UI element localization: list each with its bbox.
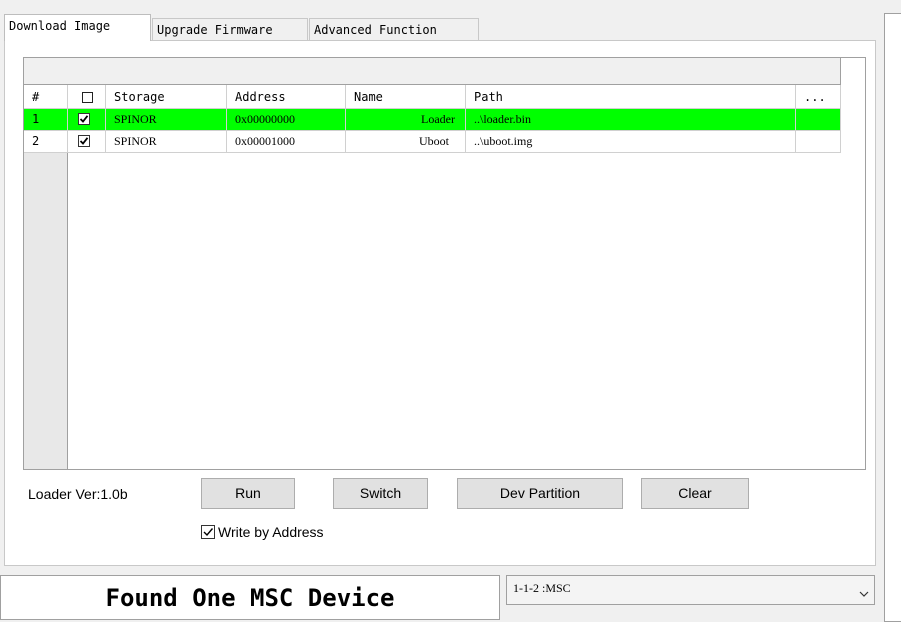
write-by-address-label: Write by Address xyxy=(218,524,324,540)
column-header-name: Name xyxy=(346,85,466,109)
select-all-checkbox[interactable] xyxy=(82,92,93,104)
switch-button[interactable]: Switch xyxy=(333,478,428,509)
row-path[interactable]: ..\loader.bin xyxy=(466,109,796,131)
image-table: # Storage Address Name Path ... 1 SPINOR… xyxy=(23,57,866,470)
tab-advanced-function[interactable]: Advanced Function xyxy=(309,18,479,40)
table-row[interactable]: 1 SPINOR 0x00000000 Loader ..\loader.bin xyxy=(24,109,841,131)
column-header-index: # xyxy=(24,85,68,109)
row-storage: SPINOR xyxy=(106,131,227,153)
row-browse-button[interactable] xyxy=(796,131,841,153)
row-name: Uboot xyxy=(346,131,466,153)
dev-partition-button[interactable]: Dev Partition xyxy=(457,478,623,509)
row-checkbox[interactable] xyxy=(78,113,90,125)
status-text: Found One MSC Device xyxy=(105,584,395,612)
row-index: 2 xyxy=(24,131,68,153)
row-checkbox[interactable] xyxy=(78,135,90,147)
column-header-address: Address xyxy=(227,85,346,109)
column-header-path: Path xyxy=(466,85,796,109)
row-storage: SPINOR xyxy=(106,109,227,131)
table-row[interactable]: 2 SPINOR 0x00001000 Uboot ..\uboot.img xyxy=(24,131,841,153)
column-header-storage: Storage xyxy=(106,85,227,109)
row-index: 1 xyxy=(24,109,68,131)
table-top-bar xyxy=(24,58,841,85)
write-by-address-checkbox[interactable]: Write by Address xyxy=(201,524,324,540)
device-select[interactable]: 1-1-2 :MSC xyxy=(506,575,875,605)
row-checkbox-cell[interactable] xyxy=(68,109,106,131)
row-address: 0x00000000 xyxy=(227,109,346,131)
clear-button[interactable]: Clear xyxy=(641,478,749,509)
status-box: Found One MSC Device xyxy=(0,575,500,620)
row-checkbox-cell[interactable] xyxy=(68,131,106,153)
chevron-down-icon[interactable] xyxy=(859,584,869,602)
row-name: Loader xyxy=(346,109,466,131)
device-select-value: 1-1-2 :MSC xyxy=(513,581,571,595)
tab-upgrade-firmware[interactable]: Upgrade Firmware xyxy=(152,18,308,40)
checkbox-icon[interactable] xyxy=(201,525,215,539)
tab-download-image[interactable]: Download Image xyxy=(4,14,151,41)
column-header-check[interactable] xyxy=(68,85,106,109)
row-address: 0x00001000 xyxy=(227,131,346,153)
column-header-more: ... xyxy=(796,85,841,109)
row-browse-button[interactable] xyxy=(796,109,841,131)
log-panel xyxy=(884,13,901,622)
row-path[interactable]: ..\uboot.img xyxy=(466,131,796,153)
loader-version-label: Loader Ver:1.0b xyxy=(28,486,128,502)
run-button[interactable]: Run xyxy=(201,478,295,509)
